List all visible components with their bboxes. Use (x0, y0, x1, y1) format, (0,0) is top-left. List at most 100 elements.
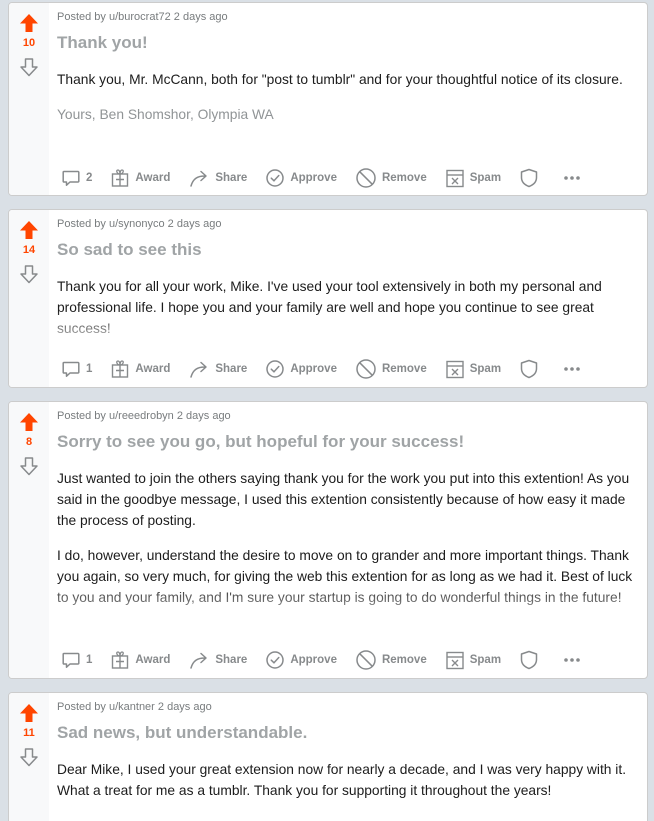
ellipsis-icon (564, 658, 580, 662)
remove-label: Remove (381, 654, 427, 666)
award-button[interactable]: Award (110, 165, 170, 191)
post-paragraph: Yours, Ben Shomshor, Olympia WA (57, 107, 274, 122)
upvote-arrow-icon[interactable] (19, 412, 39, 432)
vote-score: 10 (22, 37, 36, 49)
share-arrow-icon (190, 170, 208, 187)
post-meta[interactable]: Posted by u/synonyco 2 days ago (57, 218, 222, 230)
remove-label: Remove (381, 363, 427, 375)
comment-bubble-icon (62, 361, 80, 377)
ellipsis-icon (564, 367, 580, 371)
comments-button[interactable]: 1 (61, 356, 92, 382)
post-title[interactable]: Thank you! (57, 33, 148, 53)
approve-label: Approve (290, 172, 337, 184)
post-title[interactable]: So sad to see this (57, 240, 202, 260)
more-options-button[interactable] (562, 647, 587, 673)
mod-shield-button[interactable] (519, 165, 544, 191)
vote-score: 11 (23, 727, 35, 739)
ellipsis-icon (564, 176, 580, 180)
comment-count: 2 (86, 172, 93, 184)
share-arrow-icon (190, 652, 208, 669)
downvote-arrow-icon[interactable] (19, 747, 39, 767)
upvote-arrow-icon[interactable] (19, 13, 39, 33)
upvote-arrow-icon[interactable] (19, 703, 39, 723)
action-bar: 1 Award Share Approve Remove Spam (61, 356, 587, 382)
award-label: Award (135, 172, 171, 184)
vote-column: 11 (9, 693, 49, 821)
checkmark-circle-icon (266, 169, 285, 187)
share-label: Share (215, 172, 248, 184)
comments-button[interactable]: 1 (61, 647, 92, 673)
downvote-arrow-icon[interactable] (19, 264, 39, 284)
post-meta[interactable]: Posted by u/reeedrobyn 2 days ago (57, 410, 231, 422)
share-label: Share (215, 363, 248, 375)
spam-label: Spam (469, 654, 502, 666)
award-label: Award (135, 363, 171, 375)
action-bar: 1 Award Share Approve Remove Spam (61, 647, 587, 673)
comment-bubble-icon (62, 170, 80, 186)
upvote-arrow-icon[interactable] (19, 220, 39, 240)
remove-button[interactable]: Remove (355, 165, 427, 191)
vote-column: 14 (9, 210, 49, 387)
prohibited-icon (356, 650, 376, 670)
vote-column: 10 (9, 3, 49, 195)
downvote-arrow-icon[interactable] (19, 456, 39, 476)
spam-calendar-icon (446, 360, 464, 379)
mod-shield-button[interactable] (519, 356, 544, 382)
gift-icon (112, 169, 129, 187)
post-content: Posted by u/reeedrobyn 2 days ago Sorry … (57, 402, 637, 678)
post-meta[interactable]: Posted by u/kantner 2 days ago (57, 701, 212, 713)
more-options-button[interactable] (562, 165, 587, 191)
gift-icon (112, 651, 129, 669)
post-meta[interactable]: Posted by u/burocrat72 2 days ago (57, 11, 228, 23)
share-button[interactable]: Share (188, 165, 247, 191)
post-card: 8 Posted by u/reeedrobyn 2 days ago Sorr… (8, 401, 648, 679)
mod-shield-button[interactable] (519, 647, 544, 673)
spam-button[interactable]: Spam (445, 647, 501, 673)
vote-score: 14 (22, 244, 36, 256)
remove-button[interactable]: Remove (355, 356, 427, 382)
share-button[interactable]: Share (188, 356, 247, 382)
remove-label: Remove (381, 172, 427, 184)
post-content: Posted by u/kantner 2 days ago Sad news,… (57, 693, 637, 821)
prohibited-icon (356, 168, 376, 188)
comments-button[interactable]: 2 (61, 165, 92, 191)
post-title[interactable]: Sorry to see you go, but hopeful for you… (57, 432, 464, 452)
vote-score: 8 (25, 436, 33, 448)
comment-bubble-icon (62, 652, 80, 668)
post-body: Dear Mike, I used your great extension n… (57, 759, 637, 815)
spam-button[interactable]: Spam (445, 356, 501, 382)
share-arrow-icon (190, 361, 208, 378)
checkmark-circle-icon (266, 651, 285, 669)
approve-label: Approve (290, 654, 337, 666)
post-card: 11 Posted by u/kantner 2 days ago Sad ne… (8, 692, 648, 821)
share-button[interactable]: Share (188, 647, 247, 673)
share-label: Share (215, 654, 248, 666)
more-options-button[interactable] (562, 356, 587, 382)
downvote-arrow-icon[interactable] (19, 57, 39, 77)
approve-button[interactable]: Approve (265, 647, 337, 673)
checkmark-circle-icon (266, 360, 285, 378)
action-bar: 2 Award Share Approve Remove Spam (61, 165, 587, 191)
post-paragraph: Just wanted to join the others saying th… (57, 471, 630, 528)
award-label: Award (135, 654, 171, 666)
post-body: Just wanted to join the others saying th… (57, 468, 637, 622)
comment-count: 1 (86, 654, 93, 666)
remove-button[interactable]: Remove (355, 647, 427, 673)
spam-calendar-icon (446, 169, 464, 188)
award-button[interactable]: Award (110, 356, 170, 382)
comment-count: 1 (86, 363, 93, 375)
award-button[interactable]: Award (110, 647, 170, 673)
spam-calendar-icon (446, 651, 464, 670)
post-paragraph: I do, however, understand the desire to … (57, 548, 633, 605)
vote-column: 8 (9, 402, 49, 678)
spam-label: Spam (469, 172, 502, 184)
post-paragraph: Thank you, Mr. McCann, both for "post to… (57, 72, 623, 87)
post-card: 14 Posted by u/synonyco 2 days ago So sa… (8, 209, 648, 388)
post-card: 10 Posted by u/burocrat72 2 days ago Tha… (8, 2, 648, 196)
shield-icon (520, 359, 538, 379)
spam-button[interactable]: Spam (445, 165, 501, 191)
approve-button[interactable]: Approve (265, 165, 337, 191)
gift-icon (112, 360, 129, 378)
post-title[interactable]: Sad news, but understandable. (57, 723, 307, 743)
approve-button[interactable]: Approve (265, 356, 337, 382)
